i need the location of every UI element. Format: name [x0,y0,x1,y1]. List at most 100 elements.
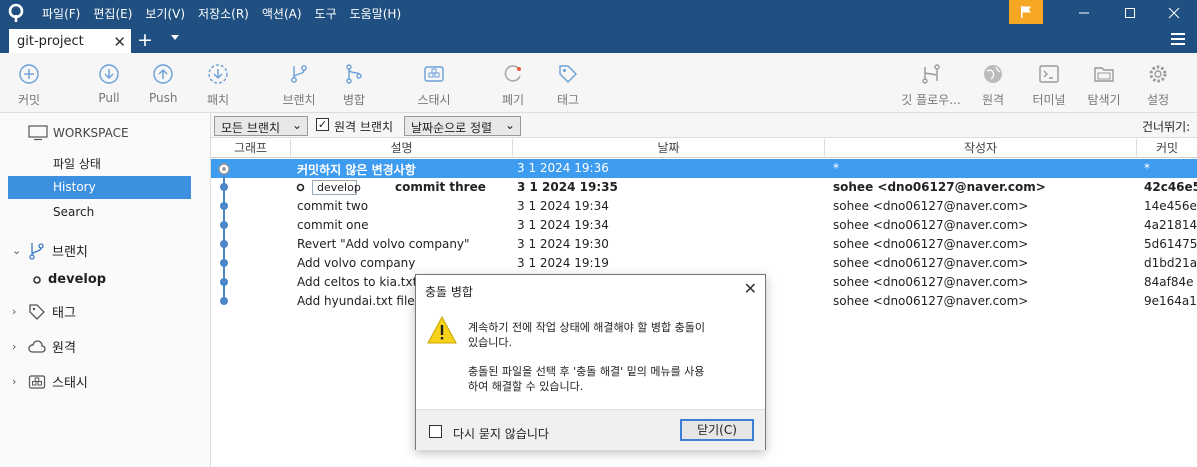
column-date[interactable]: 날짜 [513,139,825,158]
jump-to-label: 건너뛰기: [1142,120,1191,134]
push-label: Push [149,91,178,105]
column-graph[interactable]: 그래프 [211,139,291,158]
menu-repository[interactable]: 저장소(R) [198,5,249,22]
commit-node[interactable] [220,240,228,248]
tags-label: 태그 [52,306,76,321]
fetch-button[interactable]: 패치 [204,61,232,108]
terminal-button[interactable]: 터미널 [1030,61,1068,108]
sort-order-select[interactable]: 날짜순으로 정렬 ⌄ [404,116,521,136]
menu-tools[interactable]: 도구 [315,5,337,22]
commit-label: 커밋 [17,93,41,107]
chevron-down-icon: ⌄ [504,118,515,132]
title-bar: 파일(F) 편집(E) 보기(V) 저장소(R) 액션(A) 도구 도움말(H) [0,0,1197,26]
menu-file[interactable]: 파일(F) [42,5,80,22]
commit-node[interactable] [220,183,228,191]
settings-button[interactable]: 설정 [1145,61,1171,108]
commit-node[interactable] [220,278,228,286]
notification-flag-button[interactable] [1009,0,1043,24]
warning-icon [427,315,457,344]
close-tab-icon[interactable]: ✕ [113,33,126,51]
remote-branches-checkbox[interactable]: ✓ [316,118,329,131]
commit-node[interactable] [220,202,228,210]
commit-node[interactable] [220,297,228,305]
menu-edit[interactable]: 편집(E) [93,5,132,22]
dialog-footer: 다시 묻지 않습니다 닫기(C) [416,409,765,450]
commit-node[interactable] [220,259,228,267]
sidebar-group-tags[interactable]: › 태그 [12,302,76,321]
chevron-down-icon: ⌄ [12,244,22,257]
dialog-message-line: 충돌된 파일을 선택 후 '충돌 해결' 밑의 메뉴를 사용 [468,365,705,378]
git-flow-icon [922,64,940,84]
new-tab-plus-icon[interactable]: + [137,29,153,51]
discard-label: 폐기 [501,93,525,107]
table-row[interactable]: Revert "Add volvo company" 3 1 2024 19:3… [211,235,1197,254]
column-description[interactable]: 설명 [291,139,513,158]
sidebar-group-stashes[interactable]: › 스태시 [12,372,88,391]
row-date: 3 1 2024 19:30 [517,237,609,251]
chevron-right-icon: › [12,305,17,318]
monitor-icon [28,125,48,141]
table-row[interactable]: commit one 3 1 2024 19:34 sohee <dno0612… [211,216,1197,235]
menu-help[interactable]: 도움말(H) [350,5,402,22]
maximize-button[interactable] [1107,0,1153,26]
row-date: 3 1 2024 19:34 [517,218,609,232]
table-row[interactable]: 커밋하지 않은 변경사항 3 1 2024 19:36 * * [211,159,1197,178]
toolbar: 커밋 Pull Push 패치 브랜치 병합 스태시 폐기 태그 깃 플로우..… [0,53,1197,113]
dont-ask-again-checkbox[interactable] [429,425,442,438]
remote-button[interactable]: 원격 [980,61,1006,108]
commit-node[interactable] [220,221,228,229]
column-commit[interactable]: 커밋 [1137,139,1197,158]
plus-circle-icon [19,64,39,84]
minimize-button[interactable] [1061,0,1107,26]
tab-dropdown-icon[interactable] [171,35,179,40]
sidebar-item-file-status[interactable]: 파일 상태 [8,151,191,174]
current-branch-circle-icon [33,275,41,284]
row-author: sohee <dno06127@naver.com> [833,237,1029,251]
close-window-button[interactable] [1151,0,1197,26]
tag-icon [559,65,577,83]
tab-git-project[interactable]: git-project ✕ [9,29,131,53]
menu-actions[interactable]: 액션(A) [262,5,302,22]
dialog-close-button[interactable]: 닫기(C) [680,419,754,441]
fetch-icon [208,64,228,84]
settings-label: 설정 [1146,93,1170,107]
hamburger-menu-icon[interactable] [1171,33,1185,45]
column-author[interactable]: 작성자 [825,139,1137,158]
sidebar-item-history[interactable]: History [8,176,191,199]
git-flow-button[interactable]: 깃 플로우... [899,61,963,108]
develop-label: develop [48,272,107,287]
menu-view[interactable]: 보기(V) [145,5,185,22]
sidebar-group-branches[interactable]: ⌄ 브랜치 [12,241,88,260]
git-flow-label: 깃 플로우... [901,93,961,107]
terminal-icon [1039,65,1059,83]
row-description: Add celtos to kia.txt [297,275,418,289]
row-date: 3 1 2024 19:19 [517,256,609,270]
tag-button[interactable]: 태그 [555,61,581,108]
sidebar-item-develop[interactable]: develop [32,272,106,287]
commit-button[interactable]: 커밋 [14,61,44,108]
push-button[interactable]: Push [149,61,178,105]
branch-filter-select[interactable]: 모든 브랜치 ⌄ [214,116,308,136]
stashes-label: 스태시 [52,376,88,391]
table-row[interactable]: develop commit three 3 1 2024 19:35 sohe… [211,178,1197,197]
branch-button[interactable]: 브랜치 [280,61,318,108]
discard-button[interactable]: 폐기 [500,61,526,108]
row-commit: 84af84e [1144,275,1194,289]
head-commit-circle-icon [296,183,305,192]
row-author: sohee <dno06127@naver.com> [833,218,1029,232]
sidebar-group-remotes[interactable]: › 원격 [12,337,76,356]
dialog-message: 계속하기 전에 작업 상태에 해결해야 할 병합 충돌이 있습니다. 충돌된 파… [468,320,758,394]
merge-button[interactable]: 병합 [341,61,367,108]
branch-badge[interactable]: develop [312,180,361,195]
sidebar-item-search[interactable]: Search [8,201,191,224]
stash-button[interactable]: 스태시 [414,61,454,108]
pull-button[interactable]: Pull [96,61,122,105]
table-row[interactable]: Add volvo company 3 1 2024 19:19 sohee <… [211,254,1197,273]
branch-filter-value: 모든 브랜치 [221,121,281,135]
workspace-header: WORKSPACE [28,125,129,141]
table-row[interactable]: commit two 3 1 2024 19:34 sohee <dno0612… [211,197,1197,216]
explorer-button[interactable]: 탐색기 [1085,61,1123,108]
close-icon [1168,7,1180,19]
sidebar: WORKSPACE 파일 상태 History Search ⌄ 브랜치 dev… [0,113,211,467]
dialog-close-icon[interactable]: ✕ [744,279,757,298]
